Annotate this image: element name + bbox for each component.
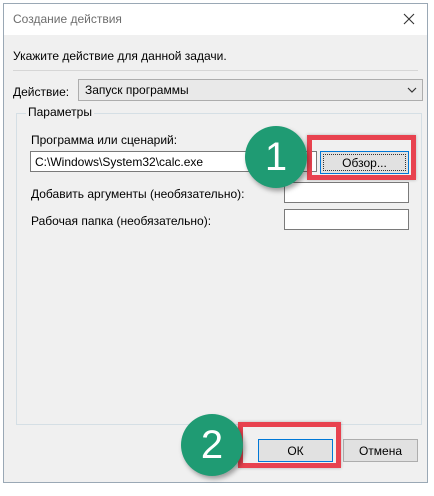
window-title: Создание действия	[13, 12, 122, 26]
working-folder-input[interactable]	[284, 209, 409, 230]
program-label: Программа или сценарий:	[31, 133, 178, 147]
create-action-dialog: Создание действия Укажите действие для д…	[3, 3, 428, 483]
action-dropdown[interactable]: Запуск программы	[78, 79, 423, 101]
cancel-button-label: Отмена	[358, 443, 403, 458]
divider	[13, 70, 418, 71]
chevron-down-icon	[407, 87, 417, 93]
title-bar: Создание действия	[4, 4, 427, 35]
close-button[interactable]	[395, 6, 423, 32]
step-badge-1: 1	[245, 126, 307, 188]
step-badge-2: 2	[181, 414, 243, 476]
ok-highlight	[238, 422, 341, 468]
parameters-group-label: Параметры	[26, 105, 94, 119]
action-label: Действие:	[13, 85, 70, 99]
working-folder-label: Рабочая папка (необязательно):	[31, 214, 212, 228]
cancel-button[interactable]: Отмена	[343, 439, 418, 462]
browse-highlight	[307, 135, 416, 180]
close-icon	[403, 13, 415, 25]
arguments-input[interactable]	[284, 182, 409, 203]
action-dropdown-value: Запуск программы	[85, 83, 189, 97]
instruction-text: Укажите действие для данной задачи.	[13, 49, 227, 63]
arguments-label: Добавить аргументы (необязательно):	[31, 187, 245, 201]
